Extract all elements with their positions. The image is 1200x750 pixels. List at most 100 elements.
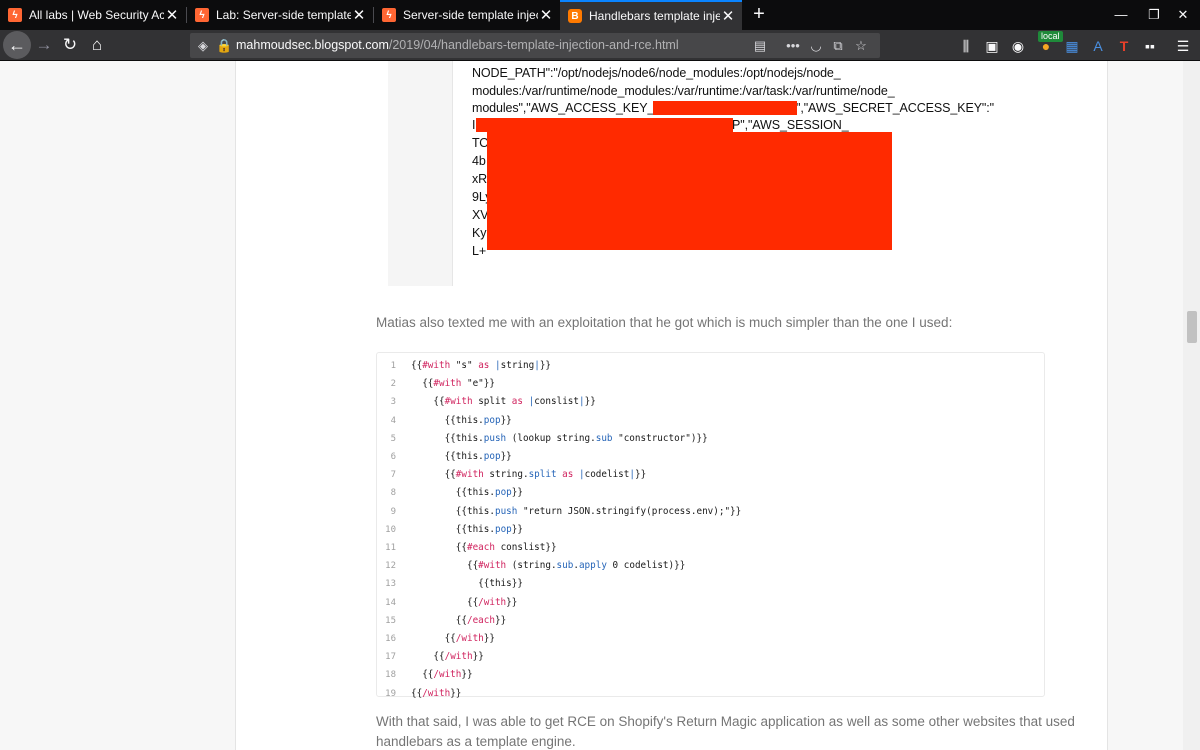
code-block: 1 {{#with "s" as |string|}} 2 {{#with "e"}… bbox=[376, 352, 1045, 699]
line-number: 13 bbox=[385, 579, 396, 590]
line-number: 2 bbox=[390, 379, 396, 390]
window-close-button[interactable]: ✕ bbox=[1163, 0, 1200, 30]
close-icon[interactable]: ✕ bbox=[538, 6, 554, 24]
code-text: {{/with}} bbox=[411, 669, 473, 681]
shield-icon[interactable]: ◈ bbox=[196, 37, 210, 54]
code-text: {{/with}} bbox=[411, 596, 518, 608]
line-number: 18 bbox=[385, 670, 396, 681]
sidebar-icon[interactable]: ▣ bbox=[982, 36, 1002, 56]
code-text: {{/each}} bbox=[411, 614, 507, 626]
code-line: 11 {{#each conslist}} bbox=[377, 539, 1044, 557]
url-path: /2019/04/handlebars-template-injection-a… bbox=[388, 38, 679, 52]
portswigger-icon: ϟ bbox=[8, 8, 22, 22]
code-text: {{this.pop}} bbox=[411, 451, 512, 462]
extensions-grid-icon[interactable]: ▪▪ bbox=[1140, 36, 1160, 56]
code-text: {{#with "e"}} bbox=[411, 378, 495, 390]
portswigger-icon: ϟ bbox=[195, 8, 209, 22]
code-line: 1 {{#with "s" as |string|}} bbox=[377, 357, 1044, 375]
line-number: 17 bbox=[385, 652, 396, 663]
pocket-icon[interactable]: ◡ bbox=[808, 37, 824, 54]
code-text: {{/with}} bbox=[411, 633, 495, 644]
close-icon[interactable]: ✕ bbox=[720, 7, 736, 25]
env-line: xR bbox=[472, 172, 488, 186]
code-text: {{this.pop}} bbox=[411, 414, 512, 426]
line-number: 5 bbox=[390, 433, 396, 444]
new-tab-button[interactable]: + bbox=[748, 2, 770, 28]
env-line: modules:/var/runtime/node_modules:/var/r… bbox=[472, 84, 895, 98]
tab-title: Lab: Server-side template injection bbox=[216, 8, 351, 22]
paragraph: With that said, I was able to get RCE on… bbox=[376, 714, 1075, 729]
code-line: 17 {{/with}} bbox=[377, 648, 1044, 666]
close-icon[interactable]: ✕ bbox=[351, 6, 367, 24]
code-text: {{this}} bbox=[411, 578, 523, 590]
line-number: 19 bbox=[385, 688, 396, 699]
code-text: {{this.pop}} bbox=[411, 523, 523, 535]
tab-all-labs[interactable]: ϟ All labs | Web Security Academy ✕ bbox=[0, 0, 186, 30]
code-line: 7 {{#with string.split as |codelist|}} bbox=[377, 466, 1044, 484]
reader-view-icon[interactable]: ▤ bbox=[752, 37, 768, 54]
code-text: {{/with}} bbox=[411, 687, 462, 699]
redaction-box bbox=[653, 101, 797, 115]
line-number: 8 bbox=[390, 488, 396, 499]
env-line: 4b bbox=[472, 154, 486, 168]
line-number: 6 bbox=[390, 452, 396, 462]
tab-title: Server-side template injection bbox=[403, 8, 538, 22]
code-text: {{#with (string.sub.apply 0 codelist)}} bbox=[411, 560, 686, 572]
page-actions-icon[interactable]: ••• bbox=[784, 37, 802, 54]
code-text: {{this.push (lookup string.sub "construc… bbox=[411, 432, 708, 444]
tab-title: Handlebars template injection and RCE bbox=[589, 9, 720, 23]
menu-icon[interactable]: ☰ bbox=[1173, 36, 1193, 56]
blogger-icon: B bbox=[568, 9, 582, 23]
translate-extension-icon[interactable]: ▦ bbox=[1062, 36, 1082, 56]
code-text: {{#each conslist}} bbox=[411, 542, 557, 553]
url-host: mahmoudsec.blogspot.com bbox=[236, 38, 389, 52]
code-line: 12 {{#with (string.sub.apply 0 codelist)… bbox=[377, 557, 1044, 575]
reload-button[interactable]: ↻ bbox=[56, 32, 84, 58]
tab-title: All labs | Web Security Academy bbox=[29, 8, 164, 22]
line-number: 1 bbox=[390, 361, 396, 371]
library-icon[interactable]: ⫼ bbox=[956, 36, 976, 56]
page-content: ‾ ‾‾ ‾‾‾ ‾‾‾ ‾ ‾‾‾ ‾‾‾ ‾ ‾‾‾‾ ‾‾‾ ‾‾ ‾‾‾… bbox=[0, 61, 1200, 750]
line-number: 16 bbox=[385, 634, 396, 644]
left-margin bbox=[0, 61, 236, 750]
t-extension-icon[interactable]: T bbox=[1114, 36, 1134, 56]
site-identity-icon[interactable]: 🔒 bbox=[216, 37, 232, 54]
env-line: P","AWS_SESSION_ bbox=[732, 118, 849, 132]
code-line: 9 {{this.push "return JSON.stringify(pro… bbox=[377, 503, 1044, 521]
env-line: I bbox=[472, 118, 476, 132]
env-line: L+ bbox=[472, 244, 487, 258]
line-number: 3 bbox=[390, 397, 396, 408]
article-screenshot: ‾ ‾‾ ‾‾‾ ‾‾‾ ‾ ‾‾‾ ‾‾‾ ‾ ‾‾‾‾ ‾‾‾ ‾‾ ‾‾‾… bbox=[388, 61, 1005, 286]
env-line: Ky bbox=[472, 226, 487, 240]
code-line: 14 {{/with}} bbox=[377, 594, 1044, 612]
back-button[interactable]: ← bbox=[3, 31, 31, 59]
code-line: 6 {{this.pop}} bbox=[377, 448, 1044, 466]
code-line: 10 {{this.pop}} bbox=[377, 521, 1044, 539]
code-line: 8 {{this.pop}} bbox=[377, 484, 1044, 502]
translate-icon[interactable]: ⧉ bbox=[830, 37, 846, 54]
tab-ssti[interactable]: ϟ Server-side template injection ✕ bbox=[374, 0, 560, 30]
code-line: 19 {{/with}} bbox=[377, 685, 1044, 703]
line-number: 4 bbox=[390, 415, 396, 426]
redaction-box bbox=[476, 118, 733, 132]
redaction-box bbox=[487, 132, 892, 250]
code-text: {{/with}} bbox=[411, 651, 484, 663]
url-text[interactable]: mahmoudsec.blogspot.com/2019/04/handleba… bbox=[236, 38, 679, 52]
code-line: 15 {{/each}} bbox=[377, 612, 1044, 630]
paragraph: handlebars as a template engine. bbox=[376, 734, 576, 749]
home-button[interactable]: ⌂ bbox=[83, 32, 111, 58]
vertical-scrollbar[interactable] bbox=[1183, 61, 1200, 750]
tab-lab-ssti[interactable]: ϟ Lab: Server-side template injection ✕ bbox=[187, 0, 373, 30]
forward-button[interactable]: → bbox=[30, 32, 58, 58]
bookmark-star-icon[interactable]: ☆ bbox=[853, 37, 869, 54]
scrollbar-thumb[interactable] bbox=[1187, 311, 1197, 343]
line-number: 14 bbox=[385, 597, 396, 608]
code-text: {{#with string.split as |codelist|}} bbox=[411, 469, 647, 481]
tab-handlebars[interactable]: B Handlebars template injection and RCE … bbox=[560, 0, 742, 30]
language-extension-icon[interactable]: A bbox=[1088, 36, 1108, 56]
code-line: 4 {{this.pop}} bbox=[377, 412, 1044, 430]
line-number: 15 bbox=[385, 615, 396, 626]
account-icon[interactable]: ◉ bbox=[1008, 36, 1028, 56]
address-bar[interactable]: ◈ 🔒 mahmoudsec.blogspot.com/2019/04/hand… bbox=[190, 33, 880, 58]
close-icon[interactable]: ✕ bbox=[164, 6, 180, 24]
